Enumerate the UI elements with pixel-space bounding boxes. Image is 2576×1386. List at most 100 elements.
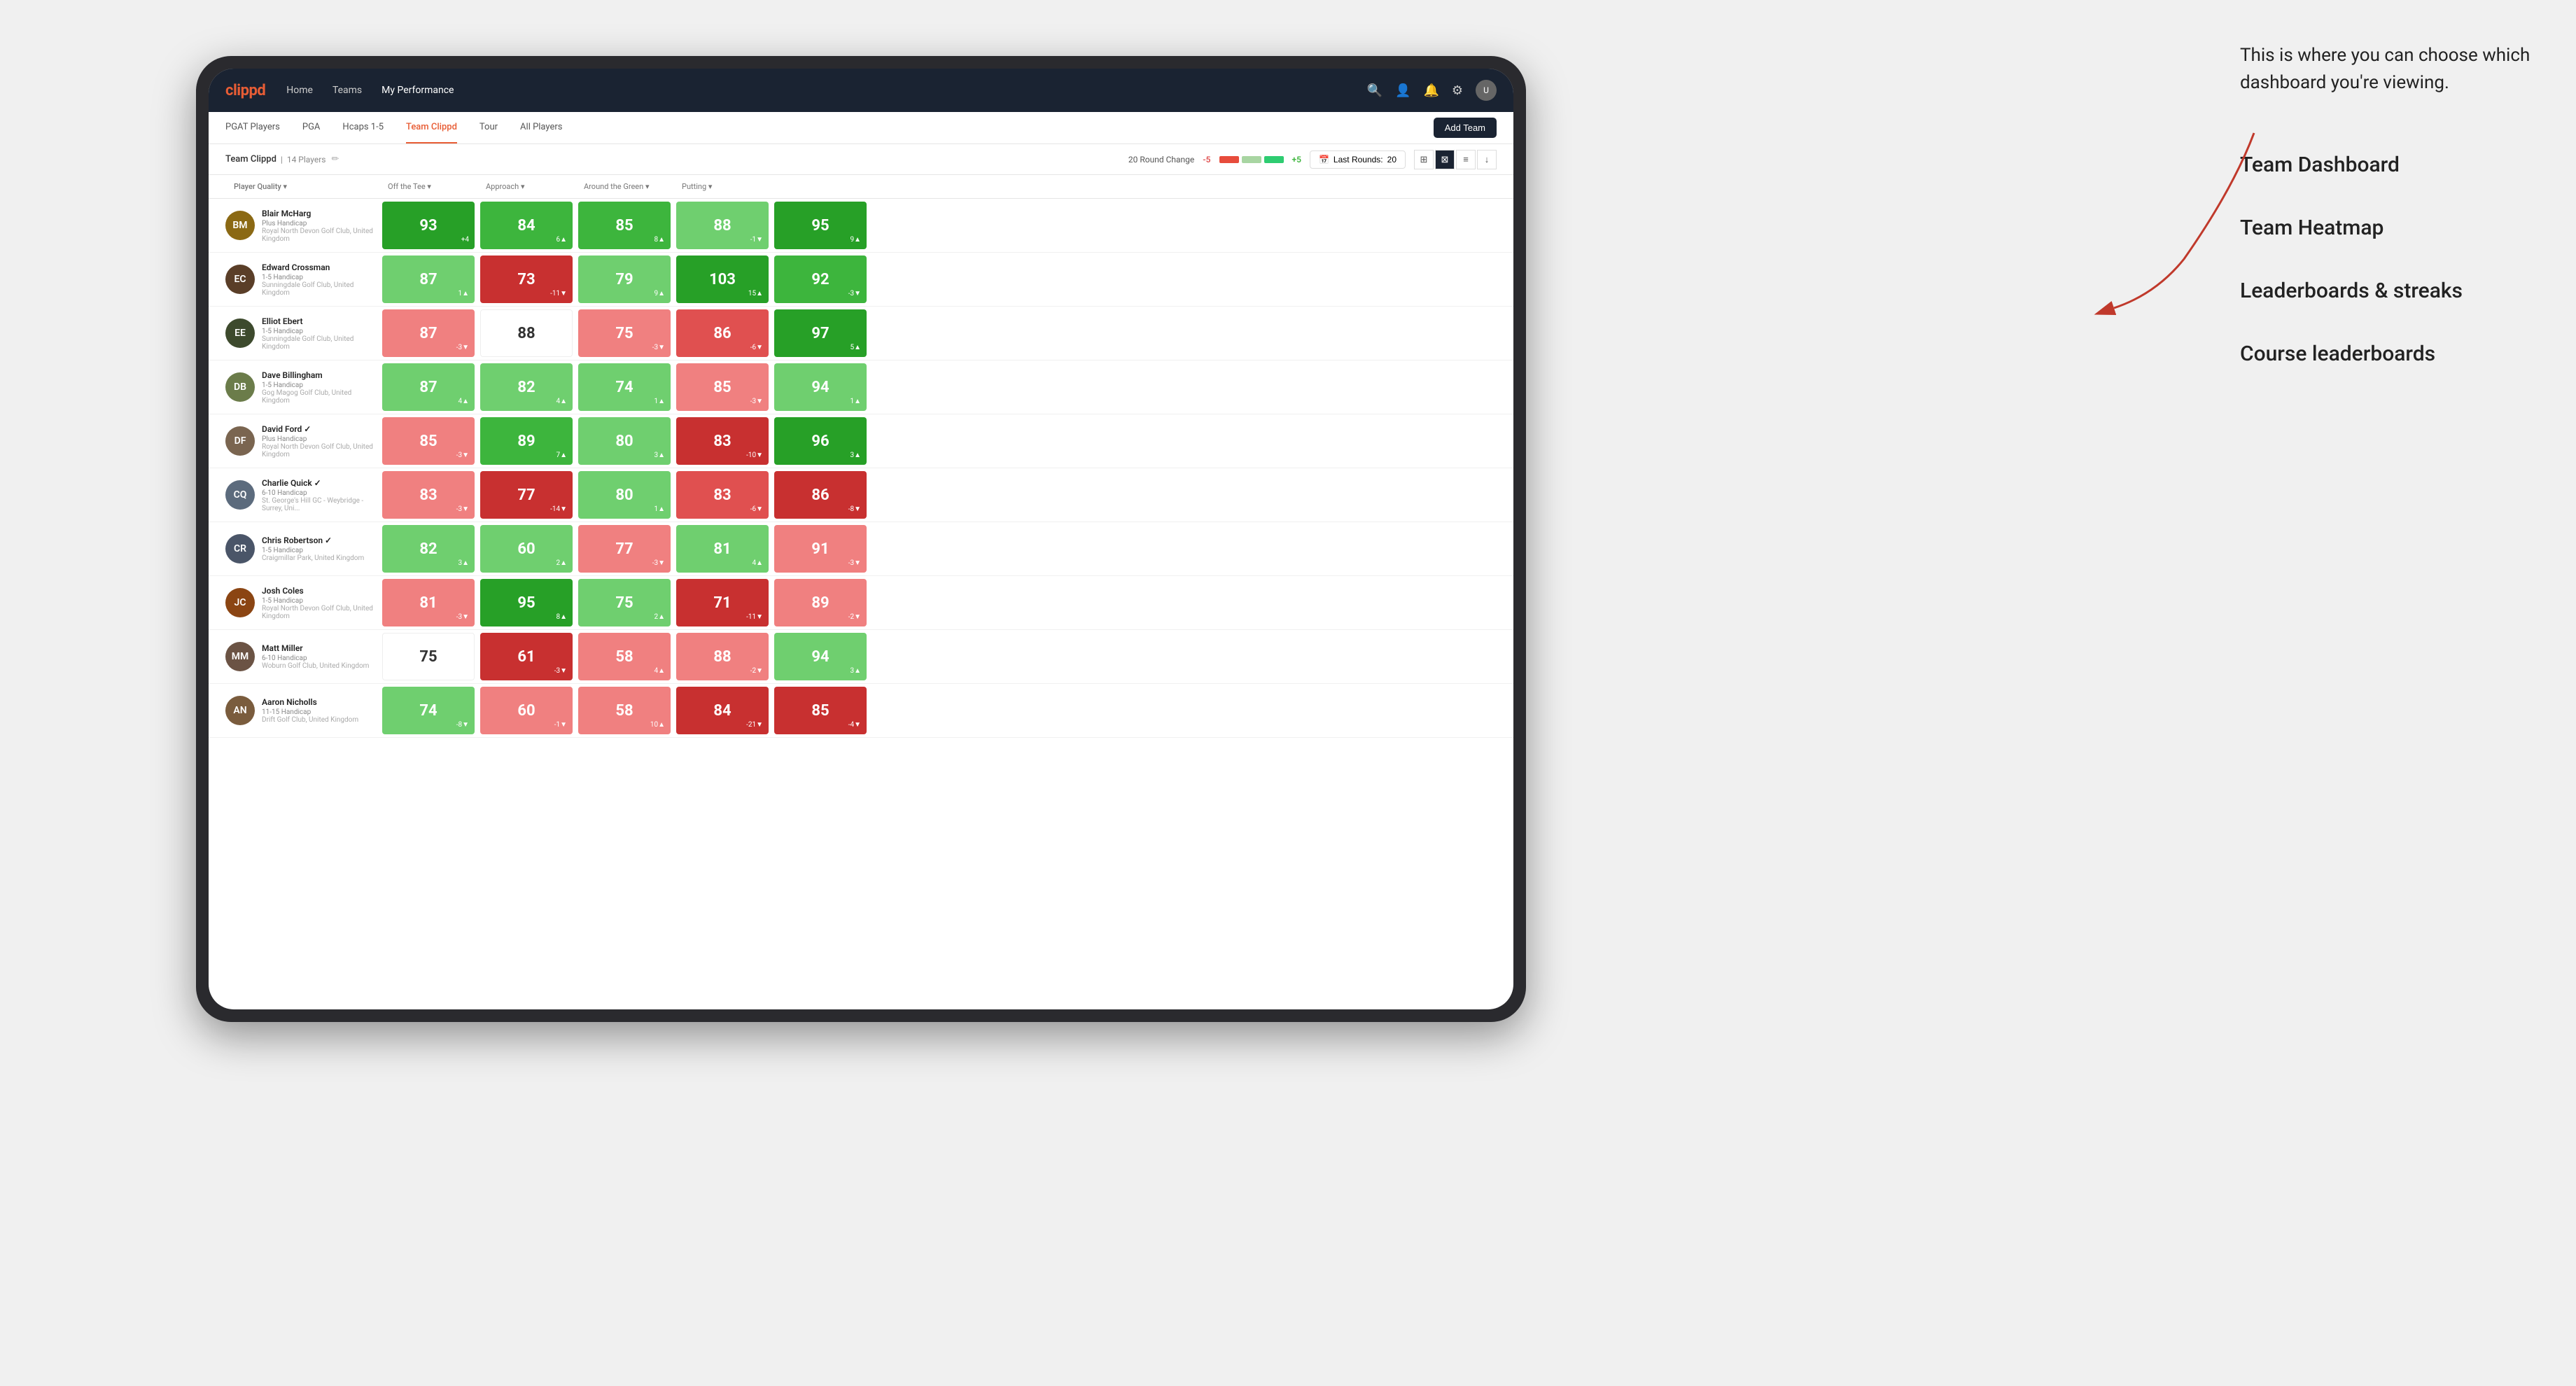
score-cell-putting: 85-4▼ <box>774 687 867 734</box>
score-cell-approach: 75-3▼ <box>578 309 671 357</box>
table-row[interactable]: ECEdward Crossman1-5 HandicapSunningdale… <box>209 253 1513 307</box>
user-avatar[interactable]: U <box>1476 80 1497 101</box>
player-name: Charlie Quick ✓ <box>262 478 379 488</box>
player-club: Craigmillar Park, United Kingdom <box>262 554 379 562</box>
edit-team-icon[interactable]: ✏ <box>331 154 339 164</box>
dashboard-options-list: Team Dashboard Team Heatmap Leaderboards… <box>2240 153 2534 366</box>
table-row[interactable]: CQCharlie Quick ✓6-10 HandicapSt. George… <box>209 468 1513 522</box>
annotation-arrow <box>2058 119 2268 318</box>
subnav-all-players[interactable]: All Players <box>520 112 562 144</box>
score-cell-approach: 799▲ <box>578 255 671 303</box>
score-cell-player_quality: 74-8▼ <box>382 687 475 734</box>
notification-icon[interactable]: 🔔 <box>1423 83 1438 98</box>
last-rounds-value: 20 <box>1387 155 1396 164</box>
score-cell-putting: 959▲ <box>774 202 867 249</box>
heatmap-view-button[interactable]: ⊠ <box>1435 150 1455 169</box>
table-row[interactable]: DBDave Billingham1-5 HandicapGog Magog G… <box>209 360 1513 414</box>
player-avatar: MM <box>225 642 255 671</box>
pos-change: +5 <box>1292 155 1301 164</box>
player-details: Dave Billingham1-5 HandicapGog Magog Gol… <box>262 370 379 405</box>
table-row[interactable]: MM Matt Miller6-10 HandicapWoburn Golf Cl… <box>209 630 1513 684</box>
col-approach[interactable]: Approach ▾ <box>477 175 575 198</box>
player-handicap: 6-10 Handicap <box>262 654 379 662</box>
table-row[interactable]: DFDavid Ford ✓Plus HandicapRoyal North D… <box>209 414 1513 468</box>
score-cell-putting: 86-8▼ <box>774 471 867 519</box>
score-cell-around_green: 83-10▼ <box>676 417 769 465</box>
nav-items: Home Teams My Performance <box>286 85 1366 96</box>
player-name: Chris Robertson ✓ <box>262 536 379 545</box>
last-rounds-button[interactable]: 📅 Last Rounds: 20 <box>1310 150 1406 169</box>
table-row[interactable]: ANAaron Nicholls11-15 HandicapDrift Golf… <box>209 684 1513 738</box>
player-club: Sunningdale Golf Club, United Kingdom <box>262 335 379 351</box>
player-club: Drift Golf Club, United Kingdom <box>262 716 379 724</box>
col-putting[interactable]: Putting ▾ <box>673 175 771 198</box>
score-cell-approach: 858▲ <box>578 202 671 249</box>
player-info-cell: JCJosh Coles1-5 HandicapRoyal North Devo… <box>225 580 379 626</box>
player-details: David Ford ✓Plus HandicapRoyal North Dev… <box>262 424 379 458</box>
score-cell-player_quality: 823▲ <box>382 525 475 573</box>
table-row[interactable]: CRChris Robertson ✓1-5 HandicapCraigmill… <box>209 522 1513 576</box>
score-cell-putting: 963▲ <box>774 417 867 465</box>
subnav-team-clippd[interactable]: Team Clippd <box>406 112 457 144</box>
annotation-container: This is where you can choose which dashb… <box>2240 42 2534 405</box>
table-row[interactable]: JCJosh Coles1-5 HandicapRoyal North Devo… <box>209 576 1513 630</box>
add-team-button[interactable]: Add Team <box>1434 118 1497 138</box>
table-header: Player Quality ▾ Off the Tee ▾ Approach … <box>209 175 1513 199</box>
list-view-button[interactable]: ≡ <box>1456 150 1476 169</box>
download-button[interactable]: ↓ <box>1477 150 1497 169</box>
last-rounds-label: Last Rounds: <box>1334 155 1383 164</box>
score-cell-putting: 975▲ <box>774 309 867 357</box>
score-cell-off_tee: 824▲ <box>480 363 573 411</box>
player-club: Royal North Devon Golf Club, United King… <box>262 605 379 620</box>
subnav-tour[interactable]: Tour <box>479 112 498 144</box>
tablet-frame: clippd Home Teams My Performance 🔍 👤 🔔 ⚙… <box>196 56 1526 1022</box>
score-cell-off_tee: 846▲ <box>480 202 573 249</box>
subnav: PGAT Players PGA Hcaps 1-5 Team Clippd T… <box>209 112 1513 144</box>
grid-view-button[interactable]: ⊞ <box>1414 150 1434 169</box>
subnav-pga[interactable]: PGA <box>302 112 321 144</box>
option-leaderboards: Leaderboards & streaks <box>2240 279 2534 303</box>
player-details: Matt Miller6-10 HandicapWoburn Golf Club… <box>262 643 379 670</box>
score-cell-putting: 943▲ <box>774 633 867 680</box>
score-cell-around_green: 88-1▼ <box>676 202 769 249</box>
search-icon[interactable]: 🔍 <box>1367 83 1382 98</box>
nav-item-home[interactable]: Home <box>286 85 313 96</box>
score-cell-approach: 584▲ <box>578 633 671 680</box>
score-cell-putting: 91-3▼ <box>774 525 867 573</box>
player-details: Charlie Quick ✓6-10 HandicapSt. George's… <box>262 478 379 512</box>
nav-item-teams[interactable]: Teams <box>332 85 362 96</box>
player-avatar: DF <box>225 426 255 456</box>
nav-logo: clippd <box>225 82 265 99</box>
score-cell-around_green: 10315▲ <box>676 255 769 303</box>
table-row[interactable]: BMBlair McHargPlus HandicapRoyal North D… <box>209 199 1513 253</box>
player-info-cell: CRChris Robertson ✓1-5 HandicapCraigmill… <box>225 528 379 569</box>
score-cell-off_tee: 958▲ <box>480 579 573 626</box>
navbar: clippd Home Teams My Performance 🔍 👤 🔔 ⚙… <box>209 69 1513 112</box>
subnav-hcaps[interactable]: Hcaps 1-5 <box>342 112 384 144</box>
col-player-quality[interactable]: Player Quality ▾ <box>225 175 379 198</box>
settings-icon[interactable]: ⚙ <box>1452 83 1463 98</box>
subnav-pgat[interactable]: PGAT Players <box>225 112 280 144</box>
player-handicap: 1-5 Handicap <box>262 274 379 281</box>
player-avatar: JC <box>225 588 255 617</box>
option-team-heatmap: Team Heatmap <box>2240 216 2534 240</box>
player-info-cell: MM Matt Miller6-10 HandicapWoburn Golf Cl… <box>225 636 379 677</box>
player-avatar: BM <box>225 211 255 240</box>
player-info-cell: EEElliot Ebert1-5 HandicapSunningdale Go… <box>225 311 379 356</box>
player-details: Edward Crossman1-5 HandicapSunningdale G… <box>262 262 379 297</box>
annotation-text: This is where you can choose which dashb… <box>2240 42 2534 97</box>
nav-icons: 🔍 👤 🔔 ⚙ U <box>1367 80 1497 101</box>
player-info-cell: DBDave Billingham1-5 HandicapGog Magog G… <box>225 365 379 410</box>
player-handicap: Plus Handicap <box>262 220 379 227</box>
player-details: Josh Coles1-5 HandicapRoyal North Devon … <box>262 586 379 620</box>
bar-neutral <box>1242 156 1261 163</box>
col-off-tee[interactable]: Off the Tee ▾ <box>379 175 477 198</box>
nav-item-my-performance[interactable]: My Performance <box>382 85 454 96</box>
profile-icon[interactable]: 👤 <box>1395 83 1410 98</box>
round-change-section: 20 Round Change -5 +5 📅 Last Rounds: 20 … <box>1128 150 1497 169</box>
player-club: Gog Magog Golf Club, United Kingdom <box>262 389 379 405</box>
player-club: Sunningdale Golf Club, United Kingdom <box>262 281 379 297</box>
col-around-green[interactable]: Around the Green ▾ <box>575 175 673 198</box>
player-details: Blair McHargPlus HandicapRoyal North Dev… <box>262 209 379 243</box>
table-row[interactable]: EEElliot Ebert1-5 HandicapSunningdale Go… <box>209 307 1513 360</box>
